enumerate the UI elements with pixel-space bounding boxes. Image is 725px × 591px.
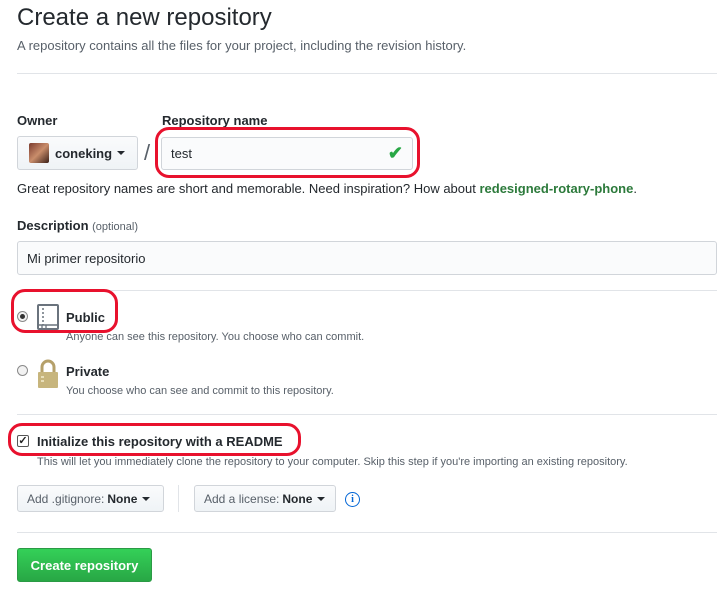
- info-icon[interactable]: i: [345, 492, 360, 507]
- divider: [17, 532, 717, 533]
- highlight-readme: [8, 423, 301, 456]
- license-value: None: [282, 491, 313, 506]
- chevron-down-icon: [117, 151, 126, 155]
- create-repository-button[interactable]: Create repository: [17, 548, 152, 582]
- divider: [17, 290, 717, 291]
- page-title: Create a new repository: [17, 4, 272, 31]
- highlight-repo-name: [155, 127, 420, 178]
- highlight-public: [11, 289, 118, 333]
- divider: [178, 485, 179, 512]
- name-suggestion-link[interactable]: redesigned-rotary-phone: [479, 181, 633, 196]
- description-input[interactable]: Mi primer repositorio: [17, 241, 717, 275]
- name-hint: Great repository names are short and mem…: [17, 181, 637, 196]
- license-dropdown[interactable]: Add a license: None: [194, 485, 336, 512]
- readme-desc: This will let you immediately clone the …: [37, 456, 628, 468]
- private-desc: You choose who can see and commit to thi…: [66, 385, 334, 397]
- license-label: Add a license:: [204, 491, 280, 506]
- description-label-text: Description: [17, 218, 89, 233]
- optional-tag: (optional): [92, 221, 138, 233]
- description-label: Description (optional): [17, 218, 138, 233]
- gitignore-value: None: [107, 491, 138, 506]
- private-label: Private: [66, 364, 110, 379]
- gitignore-dropdown[interactable]: Add .gitignore: None: [17, 485, 164, 512]
- gitignore-label: Add .gitignore:: [27, 491, 105, 506]
- owner-dropdown[interactable]: coneking: [17, 136, 138, 170]
- hint-suffix: .: [633, 181, 637, 196]
- radio-private[interactable]: [17, 365, 28, 376]
- owner-value: coneking: [55, 145, 113, 161]
- public-desc: Anyone can see this repository. You choo…: [66, 331, 365, 343]
- owner-repo-separator: /: [144, 140, 151, 165]
- page-subtitle: A repository contains all the files for …: [17, 38, 467, 53]
- hint-text: Great repository names are short and mem…: [17, 181, 480, 196]
- avatar: [29, 143, 49, 163]
- repo-name-label: Repository name: [162, 113, 268, 128]
- owner-label: Owner: [17, 113, 58, 128]
- divider: [17, 414, 717, 415]
- lock-icon: [36, 359, 60, 389]
- divider: [17, 73, 717, 74]
- chevron-down-icon: [142, 496, 151, 501]
- chevron-down-icon: [317, 496, 326, 501]
